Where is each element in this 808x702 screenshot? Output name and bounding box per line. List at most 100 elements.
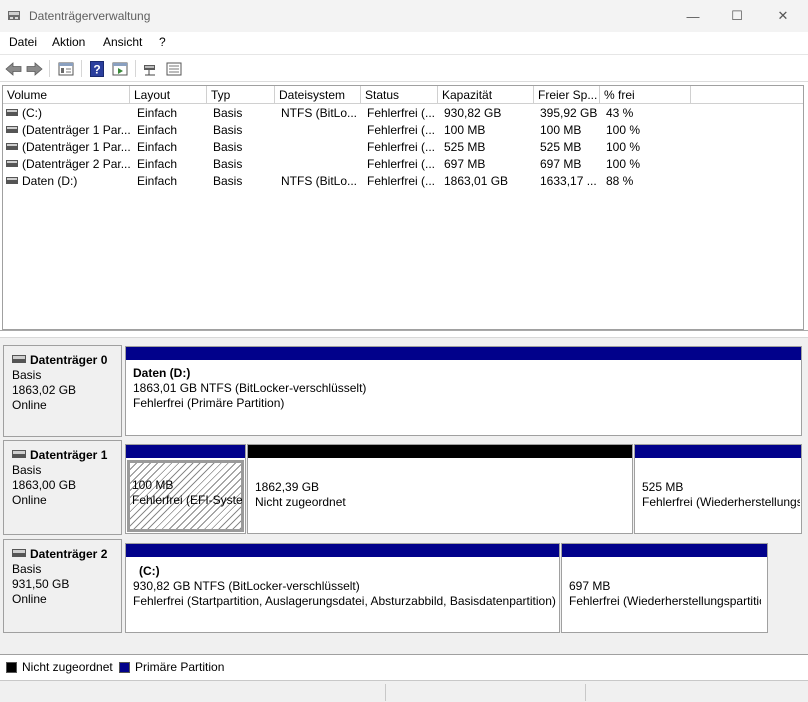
cell-prozent-frei: 100 % [606,140,641,154]
column-header-freier-speicher[interactable]: Freier Sp... [534,86,600,104]
properties-button[interactable] [56,60,76,77]
disk-icon [12,354,26,363]
disk-0-state: Online [12,398,47,412]
cell-status: Fehlerfrei (... [367,157,436,171]
partition-efi[interactable]: 100 MB Fehlerfrei (EFI-Systempartition) [125,444,246,534]
legend: Nicht zugeordnet Primäre Partition [0,654,808,678]
cell-prozent-frei: 100 % [606,123,641,137]
title-bar: Datenträgerverwaltung — ☐ ✕ [0,0,808,32]
console-view-button[interactable] [110,60,130,77]
cell-freier-speicher: 697 MB [540,157,582,171]
minimize-button[interactable]: — [670,0,716,32]
menu-aktion[interactable]: Aktion [52,35,85,49]
disk-0-label[interactable]: Datenträger 0 Basis 1863,02 GB Online [3,345,122,437]
cell-dateisystem: NTFS (BitLo... [281,174,358,188]
legend-swatch-unallocated [6,662,17,673]
console-view-icon [112,62,128,75]
disk-2-size: 931,50 GB [12,577,70,591]
properties-icon [58,62,74,75]
column-header-dateisystem[interactable]: Dateisystem [275,86,361,104]
cell-volume: (Datenträger 2 Par... [22,157,130,171]
partition-type-bar [562,544,767,557]
column-header-kapazitaet[interactable]: Kapazität [438,86,534,104]
partition-type-bar [126,445,245,458]
disk-0-type: Basis [12,368,42,382]
partition-name: (C:) [139,564,160,578]
forward-button[interactable] [24,60,44,77]
partition-type-bar [126,347,801,360]
disk-2-label[interactable]: Datenträger 2 Basis 931,50 GB Online [3,539,122,633]
legend-label-primary: Primäre Partition [135,660,225,674]
cell-layout: Einfach [137,140,178,154]
cell-kapazitaet: 697 MB [444,157,486,171]
cell-typ: Basis [213,157,243,171]
partition-status: Fehlerfrei (Wiederherstellungspartition) [569,594,761,608]
cell-typ: Basis [213,123,243,137]
partition-size-fs: 930,82 GB NTFS (BitLocker-verschlüsselt) [133,579,360,593]
menu-help[interactable]: ? [159,35,166,49]
disk-icon [12,449,26,458]
cell-layout: Einfach [137,157,178,171]
close-button[interactable]: ✕ [760,0,806,32]
partition-size: 100 MB [132,478,174,492]
svg-text:?: ? [93,62,100,76]
partition-c[interactable]: (C:) 930,82 GB NTFS (BitLocker-verschlüs… [125,543,560,633]
help-button[interactable]: ? [88,60,106,77]
table-row[interactable]: Daten (D:) Einfach Basis NTFS (BitLo... … [3,173,803,190]
disk-1-state: Online [12,493,47,507]
table-row[interactable]: (C:) Einfach Basis NTFS (BitLo... Fehler… [3,105,803,122]
table-row[interactable]: (Datenträger 2 Par... Einfach Basis Fehl… [3,156,803,173]
cell-volume: (Datenträger 1 Par... [22,140,130,154]
partition-recovery-525mb[interactable]: 525 MB Fehlerfrei (Wiederherstellungspar… [634,444,802,534]
partition-size-fs: 1863,01 GB NTFS (BitLocker-verschlüsselt… [133,381,367,395]
table-row[interactable]: (Datenträger 1 Par... Einfach Basis Fehl… [3,122,803,139]
column-header-prozent-frei[interactable]: % frei [600,86,691,104]
disk-management-icon [8,11,20,20]
close-icon: ✕ [777,8,789,23]
pane-splitter[interactable] [0,330,808,338]
partition-unallocated[interactable]: 1862,39 GB Nicht zugeordnet [247,444,633,534]
toolbar-separator [49,60,50,77]
partition-recovery-697mb[interactable]: 697 MB Fehlerfrei (Wiederherstellungspar… [561,543,768,633]
partition-size: 697 MB [569,579,611,593]
disk-1-partitions: 100 MB Fehlerfrei (EFI-Systempartition) … [125,444,802,534]
maximize-button[interactable]: ☐ [714,0,760,32]
forward-arrow-icon [26,61,43,76]
cell-typ: Basis [213,140,243,154]
partition-type-bar [248,445,632,458]
volume-icon [6,160,18,168]
status-divider [385,684,386,701]
disk-connect-button[interactable] [142,60,160,77]
cell-volume: Daten (D:) [22,174,78,188]
menu-bar: Datei Aktion Ansicht ? [0,32,808,54]
cell-status: Fehlerfrei (... [367,106,436,120]
table-row[interactable]: (Datenträger 1 Par... Einfach Basis Fehl… [3,139,803,156]
column-header-layout[interactable]: Layout [130,86,207,104]
disk-1-label[interactable]: Datenträger 1 Basis 1863,00 GB Online [3,440,122,535]
partition-status: Nicht zugeordnet [255,495,346,509]
column-header-typ[interactable]: Typ [207,86,275,104]
partition-size: 525 MB [642,480,684,494]
window-title: Datenträgerverwaltung [29,9,151,23]
settings-list-button[interactable] [164,60,184,77]
cell-dateisystem [281,139,361,156]
cell-prozent-frei: 100 % [606,157,641,171]
column-header-volume[interactable]: Volume [3,86,130,104]
menu-datei[interactable]: Datei [9,35,37,49]
disk-1-name: Datenträger 1 [30,448,108,462]
column-header-status[interactable]: Status [361,86,438,104]
disk-2-state: Online [12,592,47,606]
volume-icon [6,177,18,185]
cell-typ: Basis [213,174,243,188]
status-bar [0,680,808,702]
back-button[interactable] [3,60,23,77]
cell-volume: (C:) [22,106,42,120]
cell-dateisystem: NTFS (BitLo... [281,106,358,120]
menu-ansicht[interactable]: Ansicht [103,35,142,49]
partition-name: Daten (D:) [133,366,191,380]
partition-daten-d[interactable]: Daten (D:) 1863,01 GB NTFS (BitLocker-ve… [125,346,802,436]
cell-volume: (Datenträger 1 Par... [22,123,130,137]
cell-status: Fehlerfrei (... [367,123,436,137]
legend-label-unallocated: Nicht zugeordnet [22,660,113,674]
cell-kapazitaet: 525 MB [444,140,486,154]
